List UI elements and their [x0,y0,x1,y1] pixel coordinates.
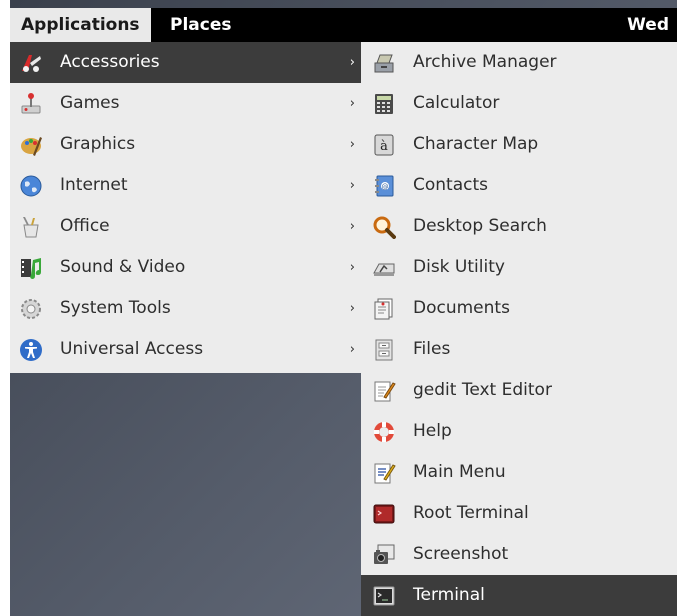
submenu-item-label: Terminal [413,585,485,605]
calculator-icon [372,92,396,116]
menu-item-label: Accessories [60,52,160,72]
submenu-item-label: Documents [413,298,510,318]
menu-item-label: Internet [60,175,128,195]
menu-item-sound-video[interactable]: Sound & Video › [10,247,361,288]
submenu-item-screenshot[interactable]: Screenshot [361,534,677,575]
menu-item-graphics[interactable]: Graphics › [10,124,361,165]
submenu-item-contacts[interactable]: @ Contacts [361,165,677,206]
submenu-arrow-icon: › [349,219,355,234]
submenu-arrow-icon: › [349,178,355,193]
menu-item-label: Office [60,216,110,236]
help-icon [372,420,396,444]
main-menu-icon [372,461,396,485]
root-terminal-icon [372,502,396,526]
submenu-item-documents[interactable]: Documents [361,288,677,329]
submenu-item-calculator[interactable]: Calculator [361,83,677,124]
submenu-item-gedit-text-editor[interactable]: gedit Text Editor [361,370,677,411]
applications-menu-button[interactable]: Applications [10,8,151,42]
accessories-icon [19,51,43,75]
character-map-glyph: à [380,139,388,154]
submenu-item-label: Archive Manager [413,52,557,72]
submenu-item-disk-utility[interactable]: Disk Utility [361,247,677,288]
archive-manager-icon [372,51,396,75]
submenu-item-label: Desktop Search [413,216,547,236]
submenu-item-label: Disk Utility [413,257,505,277]
menu-item-universal-access[interactable]: Universal Access › [10,329,361,370]
menu-item-office[interactable]: Office › [10,206,361,247]
submenu-item-label: Main Menu [413,462,506,482]
documents-icon [372,297,396,321]
menu-item-accessories[interactable]: Accessories › [10,42,361,83]
submenu-item-desktop-search[interactable]: Desktop Search [361,206,677,247]
submenu-arrow-icon: › [349,301,355,316]
submenu-item-main-menu[interactable]: Main Menu [361,452,677,493]
terminal-icon [372,584,396,608]
menu-item-label: Sound & Video [60,257,186,277]
submenu-item-label: Calculator [413,93,500,113]
graphics-icon [19,133,43,157]
svg-text:@: @ [382,183,389,191]
clock[interactable]: Wed [627,8,669,42]
submenu-arrow-icon: › [349,260,355,275]
submenu-item-help[interactable]: Help [361,411,677,452]
screenshot-icon [372,543,396,567]
applications-menu: Accessories › Games › Graphics › Interne… [10,42,362,373]
menu-item-label: Universal Access [60,339,204,359]
accessories-submenu: Archive Manager Calculator à Character M… [361,42,677,616]
system-tools-icon [19,297,43,321]
menu-item-label: System Tools [60,298,171,318]
files-icon [372,338,396,362]
contacts-icon: @ [372,174,396,198]
top-panel: Applications Places Wed [10,8,677,42]
menu-item-system-tools[interactable]: System Tools › [10,288,361,329]
submenu-arrow-icon: › [349,137,355,152]
submenu-item-terminal[interactable]: Terminal [361,575,677,616]
submenu-item-character-map[interactable]: à Character Map [361,124,677,165]
submenu-arrow-icon: › [349,342,355,357]
character-map-icon: à [372,133,396,157]
menu-item-games[interactable]: Games › [10,83,361,124]
gedit-text-editor-icon [372,379,396,403]
submenu-item-archive-manager[interactable]: Archive Manager [361,42,677,83]
menu-item-label: Games [60,93,120,113]
internet-icon [19,174,43,198]
games-icon [19,92,43,116]
submenu-item-label: Contacts [413,175,488,195]
desktop-search-icon [372,215,396,239]
universal-access-icon [19,338,43,362]
submenu-item-root-terminal[interactable]: Root Terminal [361,493,677,534]
sound-video-icon [19,256,43,280]
menu-item-label: Graphics [60,134,136,154]
submenu-item-label: Screenshot [413,544,509,564]
submenu-item-files[interactable]: Files [361,329,677,370]
submenu-item-label: Character Map [413,134,539,154]
submenu-item-label: Help [413,421,452,441]
places-menu-button[interactable]: Places [170,8,231,42]
menu-item-internet[interactable]: Internet › [10,165,361,206]
submenu-item-label: Root Terminal [413,503,529,523]
submenu-item-label: Files [413,339,451,359]
submenu-item-label: gedit Text Editor [413,380,552,400]
submenu-arrow-icon: › [349,96,355,111]
submenu-arrow-icon: › [349,55,355,70]
disk-utility-icon [372,256,396,280]
office-icon [19,215,43,239]
